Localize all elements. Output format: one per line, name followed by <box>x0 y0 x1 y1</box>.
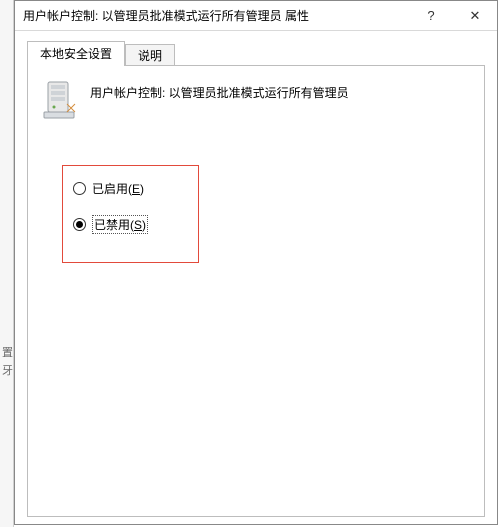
tab-strip: 本地安全设置 说明 <box>27 41 485 65</box>
radio-label-disabled: 已禁用(S) <box>92 215 148 234</box>
policy-name-label: 用户帐户控制: 以管理员批准模式运行所有管理员 <box>90 80 349 101</box>
policy-header: 用户帐户控制: 以管理员批准模式运行所有管理员 <box>42 80 470 123</box>
tab-panel-local-security: 用户帐户控制: 以管理员批准模式运行所有管理员 已启用(E) 已禁用(S) <box>27 65 485 517</box>
window-title: 用户帐户控制: 以管理员批准模式运行所有管理员 属性 <box>15 7 409 24</box>
titlebar[interactable]: 用户帐户控制: 以管理员批准模式运行所有管理员 属性 ? ✕ <box>15 1 497 31</box>
edge-char-2: 牙 <box>2 362 13 378</box>
radio-label-enabled: 已启用(E) <box>92 180 144 197</box>
edge-char-1: 置 <box>2 344 13 360</box>
radio-indicator-enabled <box>73 182 86 195</box>
radio-group-highlight: 已启用(E) 已禁用(S) <box>62 165 199 263</box>
radio-option-enabled[interactable]: 已启用(E) <box>73 180 188 197</box>
help-button[interactable]: ? <box>409 1 453 31</box>
help-icon: ? <box>427 8 434 23</box>
tab-explain[interactable]: 说明 <box>125 44 175 67</box>
close-button[interactable]: ✕ <box>453 1 497 31</box>
tab-local-security-settings[interactable]: 本地安全设置 <box>27 41 125 66</box>
tab-label: 本地安全设置 <box>40 47 112 61</box>
tab-label: 说明 <box>138 49 162 63</box>
close-icon: ✕ <box>470 8 481 24</box>
radio-option-disabled[interactable]: 已禁用(S) <box>73 215 188 234</box>
dialog-body: 本地安全设置 说明 用户帐 <box>15 31 497 527</box>
server-icon <box>42 80 78 123</box>
radio-indicator-disabled <box>73 218 86 231</box>
properties-dialog: 用户帐户控制: 以管理员批准模式运行所有管理员 属性 ? ✕ 本地安全设置 说明 <box>14 0 498 525</box>
adjacent-panel-edge: 置 牙 <box>0 0 14 527</box>
